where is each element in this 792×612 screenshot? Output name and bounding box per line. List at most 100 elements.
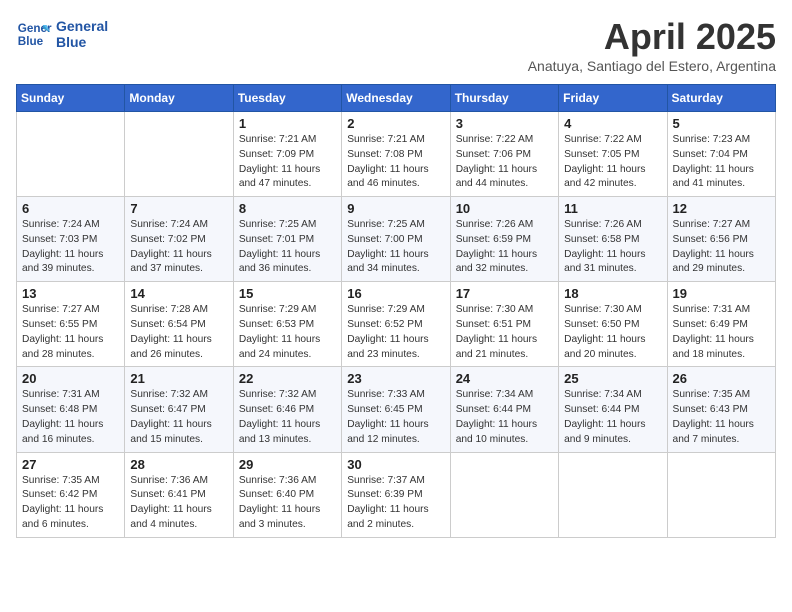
day-number: 3 — [456, 116, 553, 131]
day-info: Sunrise: 7:37 AMSunset: 6:39 PMDaylight:… — [347, 474, 444, 533]
day-number: 24 — [456, 371, 553, 386]
day-number: 18 — [564, 286, 661, 301]
day-number: 14 — [130, 286, 227, 301]
day-number: 20 — [22, 371, 119, 386]
calendar-cell: 5 Sunrise: 7:23 AMSunset: 7:04 PMDaylight… — [667, 112, 775, 197]
calendar-cell: 26 Sunrise: 7:35 AMSunset: 6:43 PMDayligh… — [667, 367, 775, 452]
calendar-cell: 27Sunrise: 7:35 AMSunset: 6:42 PMDayligh… — [17, 452, 125, 537]
day-info: Sunrise: 7:22 AMSunset: 7:06 PMDaylight:… — [456, 133, 553, 192]
calendar-cell: 16 Sunrise: 7:29 AMSunset: 6:52 PMDayligh… — [342, 282, 450, 367]
logo-line1: General — [56, 18, 108, 34]
day-number: 13 — [22, 286, 119, 301]
logo: General Blue General Blue — [16, 16, 108, 52]
day-number: 10 — [456, 201, 553, 216]
calendar-header-row: SundayMondayTuesdayWednesdayThursdayFrid… — [17, 85, 776, 112]
calendar-cell: 11 Sunrise: 7:26 AMSunset: 6:58 PMDayligh… — [559, 197, 667, 282]
calendar-cell: 23 Sunrise: 7:33 AMSunset: 6:45 PMDayligh… — [342, 367, 450, 452]
weekday-header-tuesday: Tuesday — [233, 85, 341, 112]
day-info: Sunrise: 7:24 AMSunset: 7:03 PMDaylight:… — [22, 218, 119, 277]
calendar-cell: 29 Sunrise: 7:36 AMSunset: 6:40 PMDayligh… — [233, 452, 341, 537]
calendar-cell: 13 Sunrise: 7:27 AMSunset: 6:55 PMDayligh… — [17, 282, 125, 367]
calendar-cell: 30 Sunrise: 7:37 AMSunset: 6:39 PMDayligh… — [342, 452, 450, 537]
day-number: 28 — [130, 457, 227, 472]
calendar-cell: 19 Sunrise: 7:31 AMSunset: 6:49 PMDayligh… — [667, 282, 775, 367]
day-number: 11 — [564, 201, 661, 216]
calendar-cell: 25 Sunrise: 7:34 AMSunset: 6:44 PMDayligh… — [559, 367, 667, 452]
month-title: April 2025 — [528, 16, 776, 58]
day-info: Sunrise: 7:34 AMSunset: 6:44 PMDaylight:… — [456, 388, 553, 447]
day-number: 5 — [673, 116, 770, 131]
day-info: Sunrise: 7:30 AMSunset: 6:50 PMDaylight:… — [564, 303, 661, 362]
calendar-cell: 6Sunrise: 7:24 AMSunset: 7:03 PMDaylight… — [17, 197, 125, 282]
day-number: 15 — [239, 286, 336, 301]
calendar-cell: 3 Sunrise: 7:22 AMSunset: 7:06 PMDaylight… — [450, 112, 558, 197]
day-number: 12 — [673, 201, 770, 216]
day-number: 1 — [239, 116, 336, 131]
day-info: Sunrise: 7:21 AMSunset: 7:09 PMDaylight:… — [239, 133, 336, 192]
day-number: 7 — [130, 201, 227, 216]
day-number: 29 — [239, 457, 336, 472]
day-number: 25 — [564, 371, 661, 386]
day-number: 16 — [347, 286, 444, 301]
day-number: 4 — [564, 116, 661, 131]
day-info: Sunrise: 7:26 AMSunset: 6:59 PMDaylight:… — [456, 218, 553, 277]
day-info: Sunrise: 7:35 AMSunset: 6:42 PMDaylight:… — [22, 474, 119, 533]
day-info: Sunrise: 7:36 AMSunset: 6:40 PMDaylight:… — [239, 474, 336, 533]
weekday-header-saturday: Saturday — [667, 85, 775, 112]
calendar-cell: 18 Sunrise: 7:30 AMSunset: 6:50 PMDayligh… — [559, 282, 667, 367]
calendar-cell — [450, 452, 558, 537]
day-info: Sunrise: 7:35 AMSunset: 6:43 PMDaylight:… — [673, 388, 770, 447]
day-info: Sunrise: 7:34 AMSunset: 6:44 PMDaylight:… — [564, 388, 661, 447]
day-info: Sunrise: 7:29 AMSunset: 6:53 PMDaylight:… — [239, 303, 336, 362]
calendar-cell: 20 Sunrise: 7:31 AMSunset: 6:48 PMDayligh… — [17, 367, 125, 452]
location-subtitle: Anatuya, Santiago del Estero, Argentina — [528, 58, 776, 74]
calendar-cell: 4 Sunrise: 7:22 AMSunset: 7:05 PMDaylight… — [559, 112, 667, 197]
day-info: Sunrise: 7:25 AMSunset: 7:01 PMDaylight:… — [239, 218, 336, 277]
day-info: Sunrise: 7:27 AMSunset: 6:55 PMDaylight:… — [22, 303, 119, 362]
calendar-cell: 1 Sunrise: 7:21 AMSunset: 7:09 PMDaylight… — [233, 112, 341, 197]
day-number: 19 — [673, 286, 770, 301]
page-header: General Blue General Blue April 2025 Ana… — [16, 16, 776, 74]
day-info: Sunrise: 7:21 AMSunset: 7:08 PMDaylight:… — [347, 133, 444, 192]
day-info: Sunrise: 7:29 AMSunset: 6:52 PMDaylight:… — [347, 303, 444, 362]
day-info: Sunrise: 7:31 AMSunset: 6:48 PMDaylight:… — [22, 388, 119, 447]
weekday-header-wednesday: Wednesday — [342, 85, 450, 112]
day-info: Sunrise: 7:28 AMSunset: 6:54 PMDaylight:… — [130, 303, 227, 362]
day-info: Sunrise: 7:31 AMSunset: 6:49 PMDaylight:… — [673, 303, 770, 362]
day-info: Sunrise: 7:22 AMSunset: 7:05 PMDaylight:… — [564, 133, 661, 192]
calendar-cell: 21Sunrise: 7:32 AMSunset: 6:47 PMDayligh… — [125, 367, 233, 452]
calendar-cell — [667, 452, 775, 537]
logo-icon: General Blue — [16, 16, 52, 52]
day-info: Sunrise: 7:23 AMSunset: 7:04 PMDaylight:… — [673, 133, 770, 192]
calendar-cell — [559, 452, 667, 537]
calendar-cell: 2 Sunrise: 7:21 AMSunset: 7:08 PMDaylight… — [342, 112, 450, 197]
calendar-cell: 24 Sunrise: 7:34 AMSunset: 6:44 PMDayligh… — [450, 367, 558, 452]
weekday-header-sunday: Sunday — [17, 85, 125, 112]
calendar-cell: 17Sunrise: 7:30 AMSunset: 6:51 PMDayligh… — [450, 282, 558, 367]
weekday-header-monday: Monday — [125, 85, 233, 112]
day-info: Sunrise: 7:26 AMSunset: 6:58 PMDaylight:… — [564, 218, 661, 277]
calendar-cell: 22Sunrise: 7:32 AMSunset: 6:46 PMDayligh… — [233, 367, 341, 452]
day-number: 23 — [347, 371, 444, 386]
calendar-cell: 15 Sunrise: 7:29 AMSunset: 6:53 PMDayligh… — [233, 282, 341, 367]
calendar-week-row: 1 Sunrise: 7:21 AMSunset: 7:09 PMDaylight… — [17, 112, 776, 197]
day-info: Sunrise: 7:33 AMSunset: 6:45 PMDaylight:… — [347, 388, 444, 447]
day-info: Sunrise: 7:32 AMSunset: 6:46 PMDaylight:… — [239, 388, 336, 447]
day-number: 9 — [347, 201, 444, 216]
day-number: 26 — [673, 371, 770, 386]
calendar-cell: 8Sunrise: 7:25 AMSunset: 7:01 PMDaylight… — [233, 197, 341, 282]
day-number: 30 — [347, 457, 444, 472]
calendar-week-row: 20 Sunrise: 7:31 AMSunset: 6:48 PMDayligh… — [17, 367, 776, 452]
calendar-cell — [125, 112, 233, 197]
day-info: Sunrise: 7:24 AMSunset: 7:02 PMDaylight:… — [130, 218, 227, 277]
day-number: 2 — [347, 116, 444, 131]
title-area: April 2025 Anatuya, Santiago del Estero,… — [528, 16, 776, 74]
calendar-cell: 9Sunrise: 7:25 AMSunset: 7:00 PMDaylight… — [342, 197, 450, 282]
calendar-cell: 12Sunrise: 7:27 AMSunset: 6:56 PMDayligh… — [667, 197, 775, 282]
day-number: 21 — [130, 371, 227, 386]
svg-text:Blue: Blue — [18, 35, 44, 48]
weekday-header-friday: Friday — [559, 85, 667, 112]
calendar-cell — [17, 112, 125, 197]
calendar-cell: 7 Sunrise: 7:24 AMSunset: 7:02 PMDaylight… — [125, 197, 233, 282]
day-number: 17 — [456, 286, 553, 301]
